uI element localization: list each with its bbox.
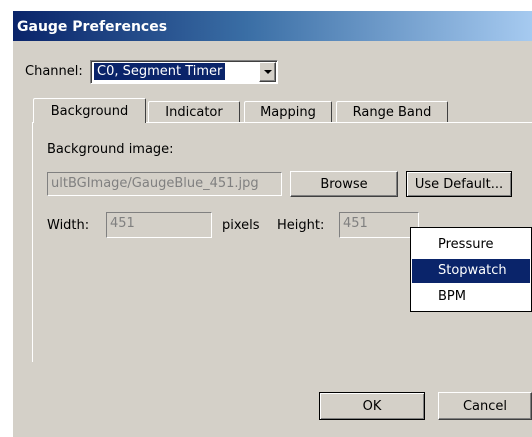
ok-button[interactable]: OK: [319, 392, 425, 420]
use-default-menu: Pressure Stopwatch BPM: [410, 227, 532, 312]
width-field: 451: [106, 212, 212, 238]
browse-button-label: Browse: [320, 176, 368, 192]
menu-item-pressure[interactable]: Pressure: [412, 233, 530, 257]
tab-mapping-label: Mapping: [260, 105, 316, 120]
tab-range-band[interactable]: Range Band: [336, 101, 448, 123]
channel-dropdown-button[interactable]: [259, 62, 276, 82]
height-field: 451: [339, 212, 419, 238]
pixels-label: pixels: [222, 218, 260, 233]
tab-background-label: Background: [50, 103, 129, 119]
tab-background[interactable]: Background: [33, 98, 146, 123]
menu-item-stopwatch[interactable]: Stopwatch: [412, 259, 530, 283]
menu-item-bpm[interactable]: BPM: [412, 285, 530, 309]
background-image-label: Background image:: [47, 142, 174, 157]
browse-button[interactable]: Browse: [290, 171, 398, 197]
tab-indicator[interactable]: Indicator: [148, 101, 240, 123]
width-label: Width:: [47, 218, 90, 233]
window-title: Gauge Preferences: [17, 19, 168, 35]
tab-mapping[interactable]: Mapping: [244, 101, 332, 123]
channel-label: Channel:: [25, 64, 83, 79]
chevron-down-icon: [263, 70, 272, 74]
height-label: Height:: [277, 218, 325, 233]
use-default-button[interactable]: Use Default...: [406, 171, 512, 197]
use-default-button-label: Use Default...: [414, 176, 504, 192]
channel-select[interactable]: C0, Segment Timer: [90, 60, 278, 84]
cancel-button[interactable]: Cancel: [438, 392, 532, 420]
background-image-path-field: ultBGImage/GaugeBlue_451.jpg: [47, 172, 282, 196]
cancel-button-label: Cancel: [462, 398, 508, 414]
tab-range-band-label: Range Band: [352, 105, 432, 120]
tab-indicator-label: Indicator: [165, 105, 223, 120]
channel-select-value: C0, Segment Timer: [94, 63, 226, 80]
ok-button-label: OK: [362, 398, 382, 414]
